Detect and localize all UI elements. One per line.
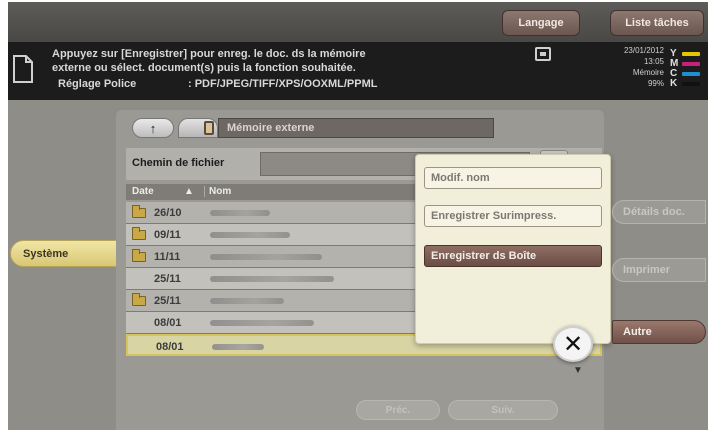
folder-icon bbox=[132, 293, 146, 306]
file-name-blurred bbox=[210, 276, 334, 282]
toner-letter-k: K bbox=[670, 78, 678, 89]
toner-bar-c bbox=[682, 72, 700, 76]
previous-page-button[interactable]: Préc. bbox=[356, 400, 440, 420]
print-button[interactable]: Imprimer bbox=[612, 258, 706, 282]
status-memory-percent: 99% bbox=[647, 79, 664, 88]
file-date: 25/11 bbox=[154, 295, 181, 307]
file-date: 08/01 bbox=[154, 317, 182, 329]
font-setting-value: : PDF/JPEG/TIFF/XPS/OOXML/PPML bbox=[188, 78, 378, 90]
folder-up-button[interactable]: ↑ bbox=[132, 118, 174, 138]
status-memory-label: Mémoire bbox=[632, 68, 664, 77]
next-page-button[interactable]: Suiv. bbox=[448, 400, 558, 420]
file-name-blurred bbox=[212, 344, 264, 350]
message-line-1: Appuyez sur [Enregistrer] pour enreg. le… bbox=[52, 48, 366, 60]
column-date[interactable]: Date bbox=[132, 186, 154, 197]
document-details-button[interactable]: Détails doc. bbox=[612, 200, 706, 224]
file-date: 25/11 bbox=[154, 273, 181, 285]
font-setting-label: Réglage Police bbox=[58, 78, 137, 90]
close-popup-button[interactable]: ✕ bbox=[553, 326, 593, 362]
file-path-label: Chemin de fichier bbox=[132, 157, 225, 169]
other-button[interactable]: Autre bbox=[612, 320, 706, 344]
column-nom[interactable]: Nom bbox=[204, 186, 231, 197]
control-panel-screen: Langage Liste tâches Appuyez sur [Enregi… bbox=[8, 2, 708, 430]
status-date: 23/01/2012 bbox=[623, 46, 664, 55]
folder-icon bbox=[132, 249, 146, 262]
folder-icon bbox=[132, 227, 146, 240]
scroll-down-icon[interactable]: ▼ bbox=[569, 362, 587, 378]
save-overlay-button[interactable]: Enregistrer Surimpress. bbox=[424, 205, 602, 227]
message-line-2: externe ou sélect. document(s) puis la f… bbox=[52, 62, 356, 74]
pagination: Préc. Suiv. bbox=[356, 400, 586, 422]
toner-bar-y bbox=[682, 52, 700, 56]
rename-button[interactable]: Modif. nom bbox=[424, 167, 602, 189]
printer-status-icon[interactable] bbox=[535, 47, 551, 61]
job-list-button[interactable]: Liste tâches bbox=[610, 10, 704, 36]
file-name-blurred bbox=[210, 210, 270, 216]
document-icon bbox=[13, 55, 33, 83]
file-date: 08/01 bbox=[156, 341, 184, 353]
file-name-blurred bbox=[210, 254, 322, 260]
file-date: 11/11 bbox=[154, 251, 181, 263]
save-to-box-button[interactable]: Enregistrer ds Boîte bbox=[424, 245, 602, 267]
sort-arrow-icon[interactable]: ▲ bbox=[184, 186, 194, 197]
file-name-blurred bbox=[210, 232, 290, 238]
message-bar: Appuyez sur [Enregistrer] pour enreg. le… bbox=[8, 42, 708, 100]
file-name-blurred bbox=[210, 320, 314, 326]
file-date: 09/11 bbox=[154, 229, 181, 241]
file-date: 26/10 bbox=[154, 207, 182, 219]
language-button[interactable]: Langage bbox=[502, 10, 580, 36]
other-menu-popup: Modif. nom Enregistrer Surimpress. Enreg… bbox=[415, 154, 611, 344]
folder-icon bbox=[132, 205, 146, 218]
toner-bar-k bbox=[682, 82, 700, 86]
top-bar: Langage Liste tâches bbox=[8, 2, 708, 42]
tab-systeme[interactable]: Système bbox=[10, 240, 126, 267]
usb-memory-icon bbox=[204, 121, 214, 135]
current-path: Mémoire externe bbox=[218, 118, 494, 138]
toner-bar-m bbox=[682, 62, 700, 66]
file-name-blurred bbox=[210, 298, 284, 304]
status-time: 13:05 bbox=[643, 57, 664, 66]
